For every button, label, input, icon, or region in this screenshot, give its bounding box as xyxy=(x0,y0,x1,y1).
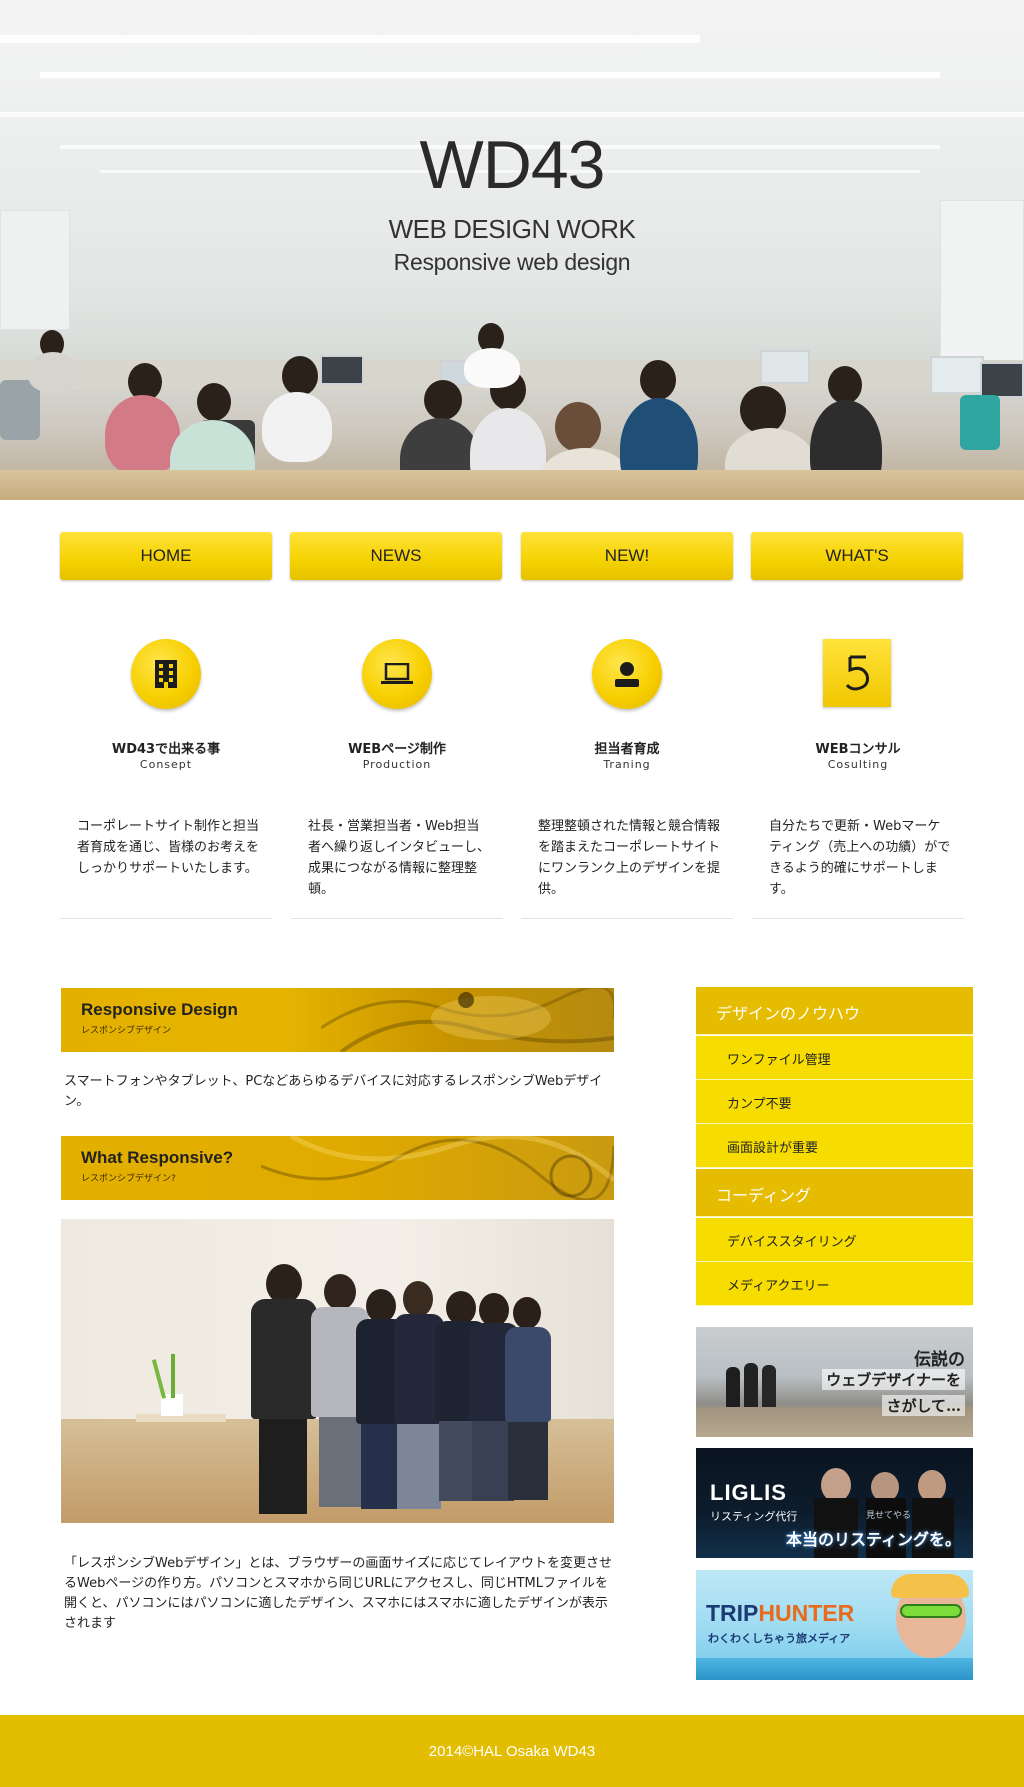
feature-title: WD43で出来る事 xyxy=(111,742,221,757)
footer: 2014©HAL Osaka WD43 xyxy=(0,1715,1024,1787)
responsive-design-text: スマートフォンやタブレット、PCなどあらゆるデバイスに対応するレスポンシブWeb… xyxy=(64,1074,603,1109)
feature-production: WEBページ制作 Production 社長・営業担当者・Web担当者へ繰り返し… xyxy=(291,636,503,919)
feature-training: 担当者育成 Traning 整理整頓された情報と競合情報を踏まえたコーポレートサ… xyxy=(521,636,733,919)
ad-brand-part: HUNTER xyxy=(758,1600,855,1626)
nav-new-button[interactable]: NEW! xyxy=(521,532,733,580)
nav-news-button[interactable]: NEWS xyxy=(290,532,502,580)
hero-title: WD43 xyxy=(419,127,606,203)
feature-subtitle: Production xyxy=(362,758,432,771)
section-subtitle: レスポンシブデザイン xyxy=(81,1026,172,1036)
banner-texture xyxy=(261,1136,614,1200)
ad-brand-part: TRIP xyxy=(706,1600,759,1626)
sidebar-item-screen-design[interactable]: 画面設計が重要 xyxy=(696,1124,973,1168)
sidebar-heading-coding[interactable]: コーディング xyxy=(696,1169,973,1217)
ad-line: 伝説の xyxy=(914,1350,965,1370)
ad-legend-designer[interactable]: 伝説の ウェブデザイナーを さがして… xyxy=(696,1327,973,1437)
ad-small-text: 見せてやる xyxy=(866,1511,912,1521)
ad-line: さがして… xyxy=(882,1395,965,1416)
nav-home-button[interactable]: HOME xyxy=(60,532,272,580)
ad-line: ウェブデザイナーを xyxy=(822,1369,965,1390)
team-photo xyxy=(61,1219,614,1523)
section-title: Responsive Design xyxy=(81,1000,238,1019)
feature-title: 担当者育成 xyxy=(594,742,660,757)
ad-brand: LIGLIS xyxy=(710,1480,787,1505)
ad-tagline: リスティング代行 xyxy=(710,1510,798,1523)
footer-copyright: 2014©HAL Osaka WD43 xyxy=(428,1742,596,1760)
feature-concept: WD43で出来る事 Consept コーポレートサイト制作と担当者育成を通じ、皆… xyxy=(60,636,272,919)
feature-text: 整理整頓された情報と競合情報を踏まえたコーポレートサイトにワンランク上のデザイン… xyxy=(538,819,721,897)
ad-liglis[interactable]: LIGLIS リスティング代行 見せてやる 本当のリスティングを。 xyxy=(696,1448,973,1558)
hero-subtitle: WEB DESIGN WORK xyxy=(388,214,636,244)
feature-title: WEBページ制作 xyxy=(348,742,446,757)
what-responsive-banner: What Responsive? レスポンシブデザイン? xyxy=(61,1136,614,1200)
sidebar-item-media-query[interactable]: メディアクエリー xyxy=(696,1262,973,1306)
hero-tagline: Responsive web design xyxy=(393,249,631,275)
feature-subtitle: Traning xyxy=(603,758,651,771)
nav-whats-button[interactable]: WHAT'S xyxy=(751,532,963,580)
feature-title: WEBコンサル xyxy=(815,742,901,757)
section-title: What Responsive? xyxy=(81,1148,234,1167)
sidebar-item-no-comp[interactable]: カンプ不要 xyxy=(696,1080,973,1124)
what-responsive-text: 「レスポンシブWebデザイン」とは、ブラウザーの画面サイズに応じてレイアウトを変… xyxy=(64,1556,612,1631)
feature-subtitle: Consept xyxy=(139,758,193,771)
building-icon xyxy=(131,639,201,709)
feature-text: コーポレートサイト制作と担当者育成を通じ、皆様のお考えをしっかりサポートいたしま… xyxy=(77,819,260,876)
sidebar-item-device-styling[interactable]: デバイススタイリング xyxy=(696,1218,973,1262)
ad-trip-hunter[interactable]: TRIPHUNTER わくわくしちゃう旅メディア xyxy=(696,1570,973,1680)
feature-subtitle: Cosulting xyxy=(827,758,889,771)
person-icon xyxy=(592,639,662,709)
feature-consulting: WEBコンサル Cosulting 自分たちで更新・Webマーケティング（売上へ… xyxy=(752,636,964,919)
feature-text: 社長・営業担当者・Web担当者へ繰り返しインタビューし、成果につながる情報に整理… xyxy=(308,819,491,897)
hero-photo: WD43 WEB DESIGN WORK Responsive web desi… xyxy=(0,0,1024,500)
section-subtitle: レスポンシブデザイン? xyxy=(81,1174,176,1184)
banner-texture xyxy=(321,988,614,1052)
ad-tagline: わくわくしちゃう旅メディア xyxy=(708,1632,851,1645)
sidebar-item-one-file[interactable]: ワンファイル管理 xyxy=(696,1036,973,1080)
main-nav: HOME NEWS NEW! WHAT'S xyxy=(60,532,963,580)
laptop-icon xyxy=(362,639,432,709)
ad-headline: 本当のリスティングを。 xyxy=(786,1530,962,1549)
responsive-design-banner: Responsive Design レスポンシブデザイン xyxy=(61,988,614,1052)
feature-text: 自分たちで更新・Webマーケティング（売上への功績）ができるよう的確にサポートし… xyxy=(769,819,951,897)
sidebar-heading-design[interactable]: デザインのノウハウ xyxy=(696,987,973,1035)
number-five-icon xyxy=(823,639,891,707)
